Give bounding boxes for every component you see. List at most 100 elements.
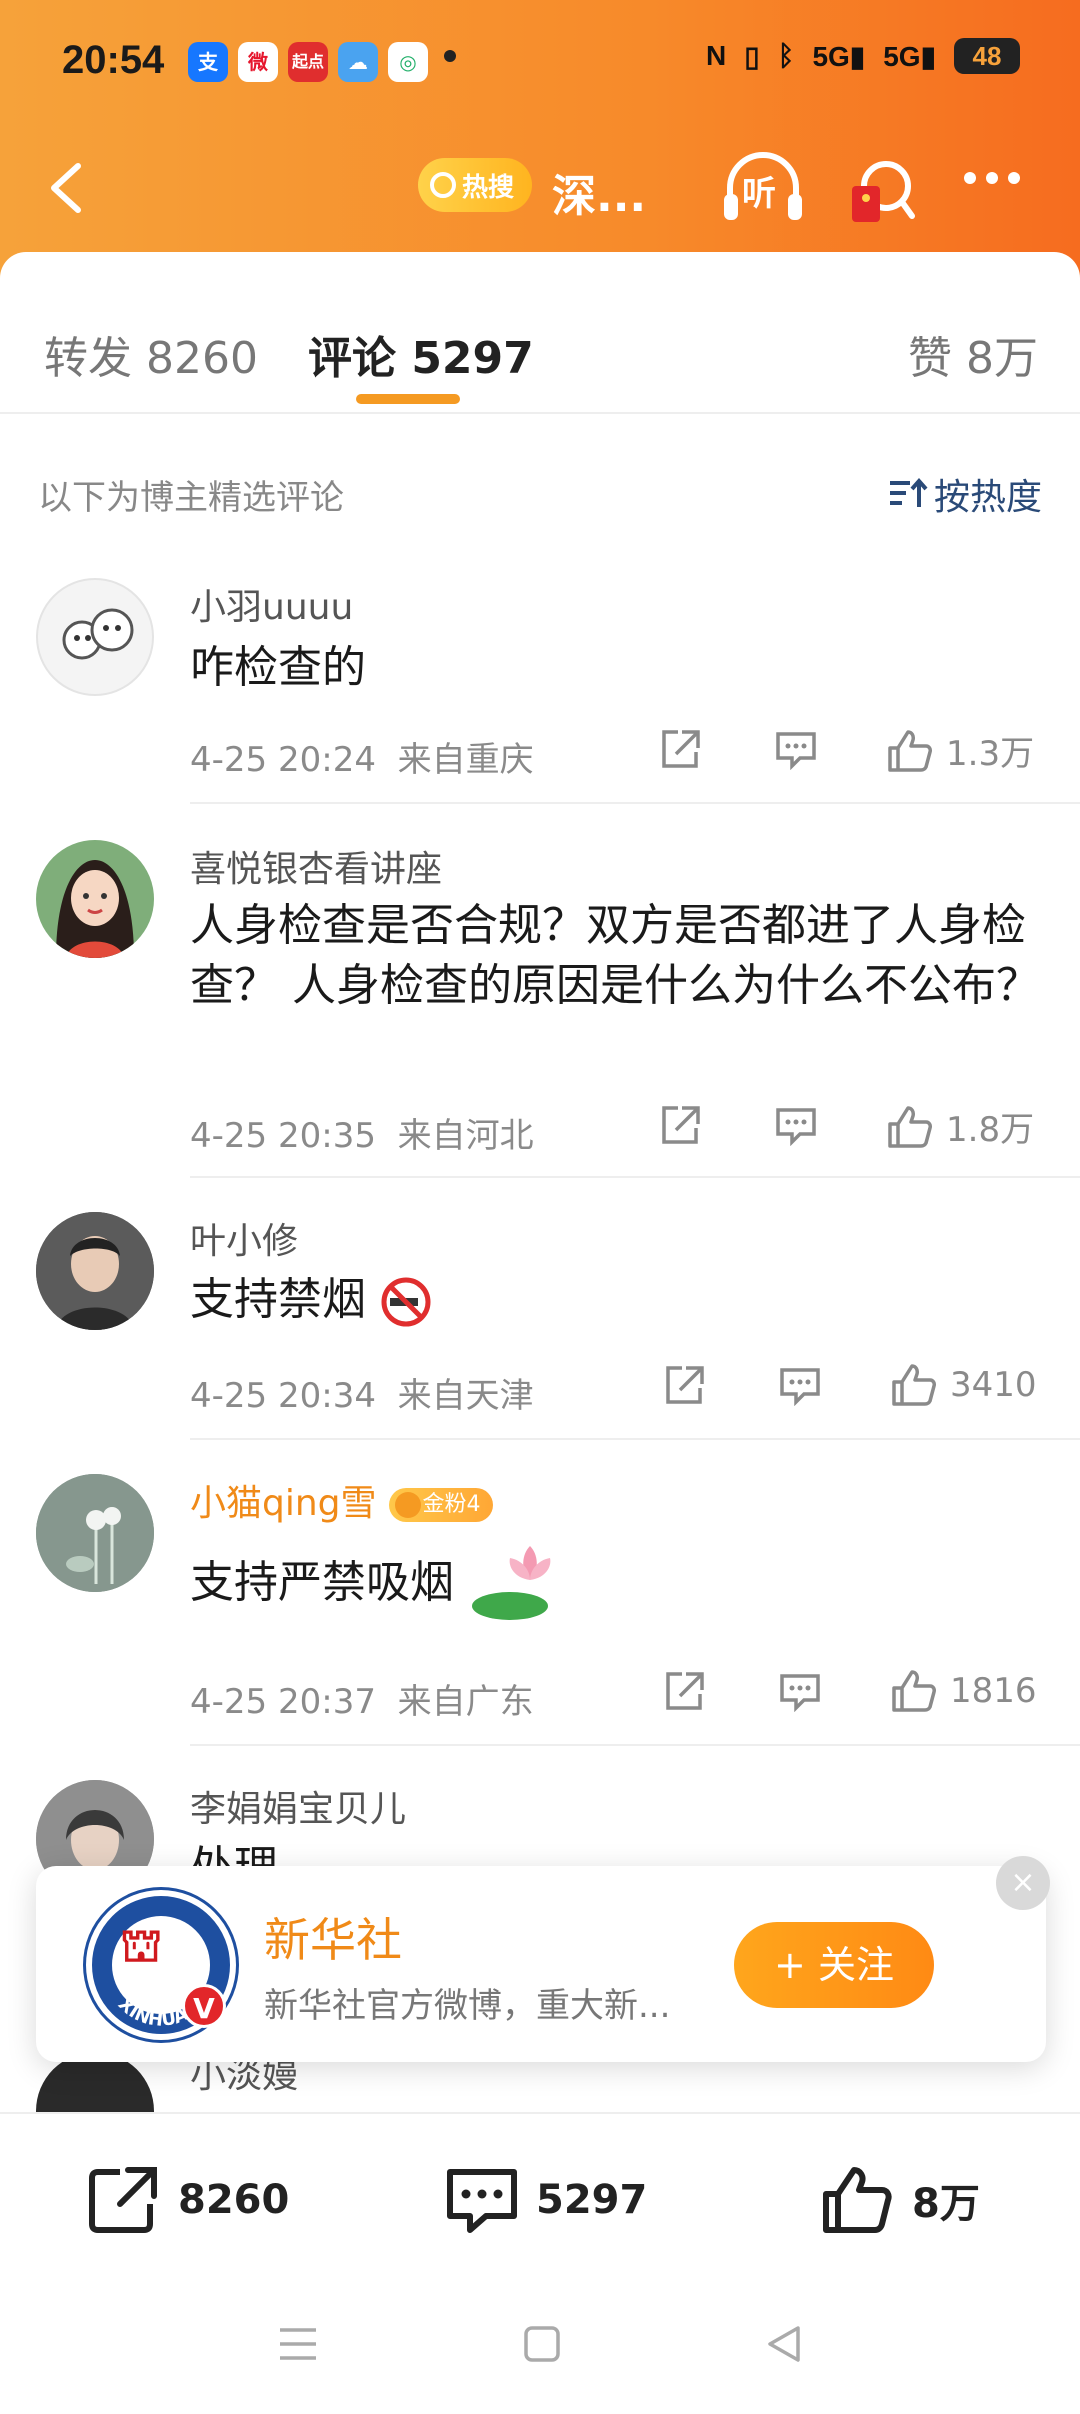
comment-username[interactable]: 喜悦银杏看讲座 [190, 840, 442, 892]
reply-button[interactable] [778, 1364, 822, 1406]
account-name[interactable]: 新华社 [264, 1904, 402, 1970]
comment-icon [780, 1368, 820, 1406]
system-nav-bar [0, 2282, 1080, 2414]
avatar[interactable] [36, 1474, 154, 1592]
fan-badge[interactable]: 金粉4 [388, 1488, 493, 1522]
svg-text:XINHUA: XINHUA [114, 1994, 191, 2031]
follow-suggestion-card[interactable]: ⛫ XINHUA V 新华社 新华社官方微博，重大新... + 关注 × [36, 1856, 1050, 2062]
comment-username[interactable]: 小羽uuuu [190, 578, 353, 630]
comment-item[interactable]: 叶小修 支持禁烟 4-25 20:34 来自天津 3410 [0, 1212, 1080, 1440]
avatar-image [36, 1212, 154, 1330]
comment-meta: 4-25 20:35 来自河北 [190, 1108, 534, 1157]
comment-text: 人身检查是否合规？双方是否都进了人身检查？ 人身检查的原因是什么为什么不公布？ [190, 900, 1040, 1011]
share-button[interactable] [662, 1364, 706, 1406]
weibo-icon: 微 [238, 42, 278, 82]
comment-location: 来自天津 [397, 1376, 534, 1416]
red-packet-search-button[interactable] [846, 156, 916, 226]
signal-icon: 5G▮ [812, 40, 866, 72]
back-arrow-icon [51, 163, 81, 213]
comment-button[interactable]: 5297 [444, 2164, 647, 2236]
reply-button[interactable] [778, 1670, 822, 1712]
comment-location: 来自广东 [397, 1682, 534, 1722]
no-smoking-icon [381, 1277, 431, 1327]
sort-button[interactable]: 按热度 [888, 468, 1042, 520]
tab-bar: 转发 8260 评论 5297 赞 8万 [0, 312, 1080, 392]
follow-button[interactable]: + 关注 [734, 1922, 934, 2008]
more-dot-icon [986, 172, 998, 184]
crown-icon [394, 1492, 421, 1518]
share-button[interactable] [662, 1670, 706, 1712]
like-button[interactable]: 1.3万 [886, 726, 1034, 775]
divider [190, 1438, 1080, 1440]
comment-icon [776, 732, 816, 770]
like-button[interactable]: 1.8万 [886, 1102, 1034, 1151]
thumbs-up-icon [892, 1670, 936, 1712]
home-button[interactable] [522, 2324, 562, 2368]
back-nav-button[interactable] [764, 2324, 804, 2368]
comment-time: 4-25 20:34 [190, 1376, 376, 1416]
account-description: 新华社官方微博，重大新... [264, 1986, 671, 2026]
repost-button[interactable]: 8260 [86, 2164, 289, 2236]
like-button[interactable]: 8万 [820, 2164, 980, 2236]
active-tab-indicator [356, 394, 460, 404]
red-packet-icon [852, 161, 915, 222]
weather-icon: ☁ [338, 42, 378, 82]
like-button[interactable]: 3410 [890, 1362, 1037, 1408]
comment-icon [776, 1108, 816, 1146]
tab-comments[interactable]: 评论 5297 [308, 322, 534, 386]
tab-likes[interactable]: 赞 8万 [908, 322, 1038, 386]
alipay-icon: 支 [188, 42, 228, 82]
share-button[interactable] [658, 1104, 702, 1146]
avatar-image [36, 1474, 154, 1592]
close-icon[interactable]: × [996, 1856, 1050, 1910]
app-icon: ◎ [388, 42, 428, 82]
comment-icon [780, 1674, 820, 1712]
share-icon [662, 730, 700, 768]
signal2-icon: 5G▮ [883, 40, 936, 72]
bluetooth-icon: ᛒ [777, 40, 795, 71]
lotus-icon [472, 1546, 551, 1620]
thumbs-up-icon [888, 729, 932, 772]
comment-meta: 4-25 20:37 来自广东 [190, 1674, 534, 1723]
comment-username[interactable]: 李娟娟宝贝儿 [190, 1780, 406, 1832]
divider [190, 1176, 1080, 1178]
comment-location: 来自重庆 [397, 740, 534, 780]
avatar[interactable] [36, 840, 154, 958]
comment-username[interactable]: 叶小修 [190, 1212, 298, 1264]
like-button[interactable]: 1816 [890, 1668, 1037, 1714]
thumbs-up-icon [888, 1105, 932, 1148]
comment-item[interactable]: 小猫qing雪 金粉4 支持严禁吸烟 4-25 20:37 来自广东 1816 [0, 1474, 1080, 1746]
like-count: 1.8万 [946, 1110, 1035, 1150]
comment-item[interactable]: 小羽uuuu 咋检查的 4-25 20:24 来自重庆 1.3万 [0, 578, 1080, 804]
avatar-image [62, 608, 134, 660]
sort-icon [889, 477, 928, 507]
back-button[interactable] [40, 158, 100, 218]
menu-icon [280, 2328, 316, 2360]
status-time: 20:54 [62, 38, 165, 82]
search-icon [430, 172, 456, 198]
avatar[interactable] [36, 578, 154, 696]
avatar[interactable] [36, 1212, 154, 1330]
header: 20:54 支 微 起点 ☁ ◎ N ▯ ᛒ 5G▮ 5G▮ 48 热搜 深..… [0, 0, 1080, 290]
reply-button[interactable] [774, 1104, 818, 1146]
reply-button[interactable] [774, 728, 818, 770]
comment-text: 咋检查的 [190, 642, 366, 693]
comment-meta: 4-25 20:34 来自天津 [190, 1368, 534, 1417]
comment-username[interactable]: 小猫qing雪 金粉4 [190, 1474, 493, 1526]
notification-dot [444, 50, 456, 62]
comment-item[interactable]: 喜悦银杏看讲座 人身检查是否合规？双方是否都进了人身检查？ 人身检查的原因是什么… [0, 840, 1080, 1178]
more-options-button[interactable] [964, 172, 1020, 184]
share-button[interactable] [658, 728, 702, 770]
section-heading: 以下为博主精选评论 [38, 478, 344, 518]
battery-icon: 48 [954, 38, 1020, 74]
hot-search-badge[interactable]: 热搜 [418, 158, 532, 212]
page-title[interactable]: 深... [552, 160, 646, 224]
more-dot-icon [964, 172, 976, 184]
tab-repost[interactable]: 转发 8260 [44, 322, 258, 386]
listen-button[interactable]: 听 [722, 150, 804, 226]
comment-time: 4-25 20:37 [190, 1682, 376, 1722]
home-icon [524, 2326, 560, 2362]
thumbs-up-icon [823, 2167, 892, 2233]
vibrate-icon: ▯ [744, 40, 760, 72]
menu-button[interactable] [276, 2324, 320, 2368]
